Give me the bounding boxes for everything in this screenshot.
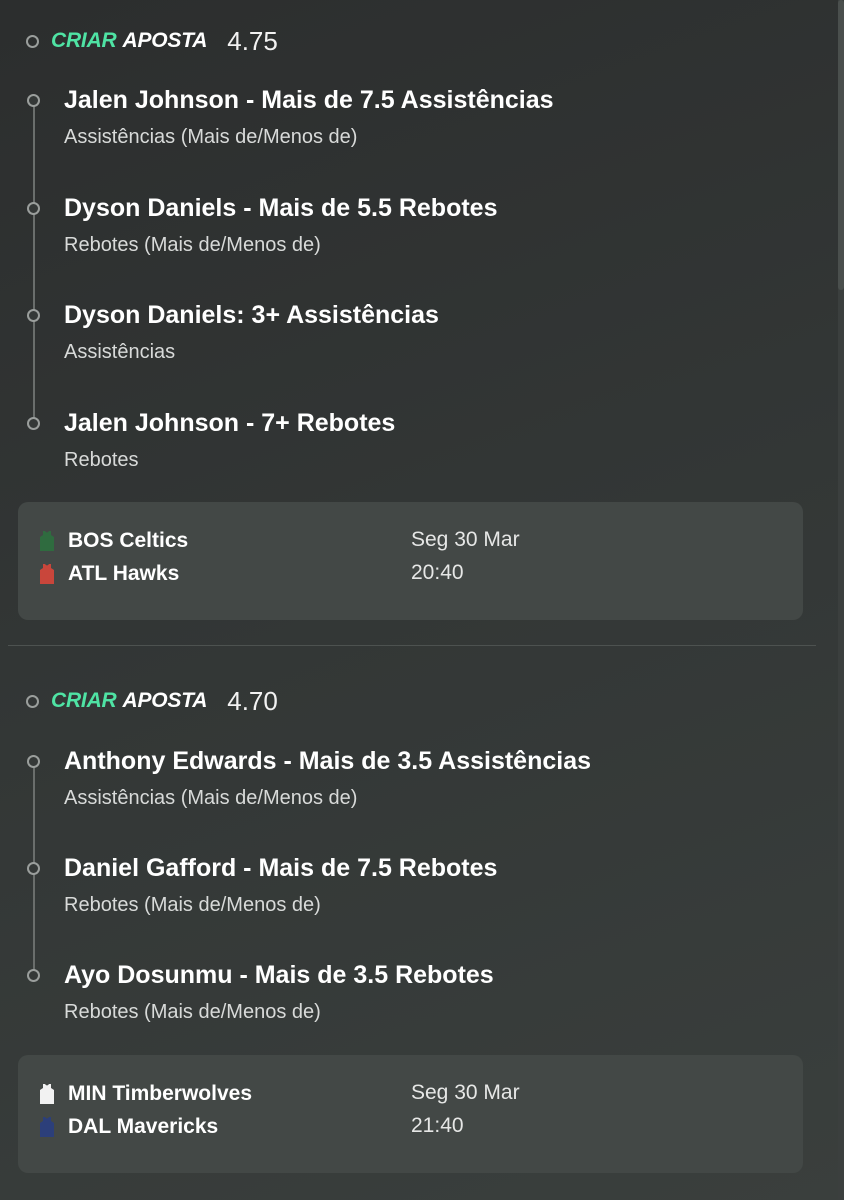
bet-builder-card-2[interactable]: CRIAR APOSTA 4.70 Anthony Edwards - Mais… bbox=[0, 646, 838, 1200]
timeline-dot-icon bbox=[27, 969, 40, 982]
match-time: 21:40 bbox=[411, 1114, 464, 1137]
scrollbar[interactable] bbox=[838, 0, 844, 1200]
match-info-box[interactable]: BOS Celtics ATL Hawks Seg 30 Mar 20:40 bbox=[18, 502, 803, 620]
selection-market: Rebotes bbox=[64, 449, 139, 471]
timeline-start-icon bbox=[26, 694, 39, 708]
brand-aposta: APOSTA bbox=[122, 29, 208, 52]
green-jersey-icon bbox=[40, 531, 54, 551]
card-header: CRIAR APOSTA 4.75 bbox=[26, 26, 278, 56]
home-team-row: MIN Timberwolves bbox=[40, 1081, 252, 1107]
away-team-name: ATL Hawks bbox=[68, 562, 180, 585]
home-team-row: BOS Celtics bbox=[40, 528, 188, 554]
card-header: CRIAR APOSTA 4.70 bbox=[26, 686, 278, 716]
home-team-name: MIN Timberwolves bbox=[68, 1082, 252, 1105]
timeline-dot-icon bbox=[27, 202, 40, 215]
selection-market: Rebotes (Mais de/Menos de) bbox=[64, 234, 321, 256]
selection-market: Rebotes (Mais de/Menos de) bbox=[64, 894, 321, 916]
selection-market: Rebotes (Mais de/Menos de) bbox=[64, 1001, 321, 1023]
match-time: 20:40 bbox=[411, 561, 464, 584]
selection-title: Dyson Daniels: 3+ Assistências bbox=[64, 301, 439, 329]
match-date: Seg 30 Mar bbox=[411, 528, 520, 551]
selection-title: Jalen Johnson - 7+ Rebotes bbox=[64, 409, 396, 437]
odds-value: 4.70 bbox=[227, 685, 278, 716]
scrollbar-thumb[interactable] bbox=[838, 0, 844, 290]
brand-criar: CRIAR bbox=[51, 689, 117, 712]
selection-market: Assistências bbox=[64, 341, 176, 363]
selection-market: Assistências (Mais de/Menos de) bbox=[64, 126, 358, 148]
timeline-dot-icon bbox=[27, 862, 40, 875]
timeline-dot-icon bbox=[27, 94, 40, 107]
selection-title: Ayo Dosunmu - Mais de 3.5 Rebotes bbox=[64, 961, 494, 989]
navy-jersey-icon bbox=[40, 1117, 54, 1137]
selection-title: Jalen Johnson - Mais de 7.5 Assistências bbox=[64, 86, 554, 114]
match-date: Seg 30 Mar bbox=[411, 1081, 520, 1104]
bet-builder-card-1[interactable]: CRIAR APOSTA 4.75 Jalen Johnson - Mais d… bbox=[0, 0, 838, 646]
brand-aposta: APOSTA bbox=[122, 689, 208, 712]
selection-title: Daniel Gafford - Mais de 7.5 Rebotes bbox=[64, 854, 498, 882]
selection-market: Assistências (Mais de/Menos de) bbox=[64, 787, 358, 809]
timeline-start-icon bbox=[26, 34, 39, 48]
match-info-box[interactable]: MIN Timberwolves DAL Mavericks Seg 30 Ma… bbox=[18, 1055, 803, 1173]
red-jersey-icon bbox=[40, 564, 54, 584]
odds-value: 4.75 bbox=[227, 25, 278, 56]
timeline-dot-icon bbox=[27, 755, 40, 768]
selection-title: Dyson Daniels - Mais de 5.5 Rebotes bbox=[64, 194, 498, 222]
home-team-name: BOS Celtics bbox=[68, 529, 189, 552]
white-jersey-icon bbox=[40, 1084, 54, 1104]
criar-aposta-logo: CRIAR APOSTA bbox=[51, 689, 207, 713]
brand-criar: CRIAR bbox=[51, 29, 117, 52]
timeline-line bbox=[33, 106, 35, 424]
away-team-row: DAL Mavericks bbox=[40, 1114, 218, 1140]
away-team-name: DAL Mavericks bbox=[68, 1115, 219, 1138]
timeline-dot-icon bbox=[27, 417, 40, 430]
selection-title: Anthony Edwards - Mais de 3.5 Assistênci… bbox=[64, 747, 592, 775]
criar-aposta-logo: CRIAR APOSTA bbox=[51, 29, 207, 53]
away-team-row: ATL Hawks bbox=[40, 561, 179, 587]
timeline-dot-icon bbox=[27, 309, 40, 322]
